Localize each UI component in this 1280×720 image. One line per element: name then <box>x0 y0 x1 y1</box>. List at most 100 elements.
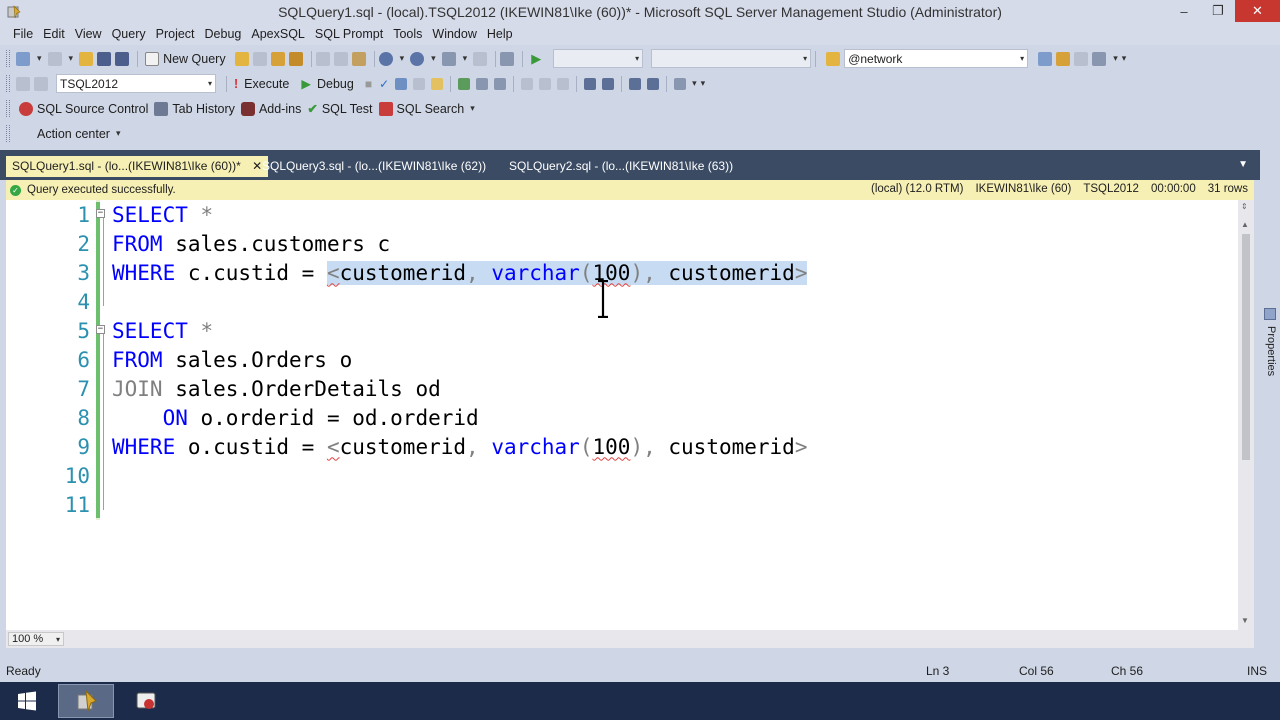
menu-edit[interactable]: Edit <box>38 24 70 45</box>
menu-file[interactable]: File <box>8 24 38 45</box>
client-stats-icon[interactable] <box>494 77 507 90</box>
database-query-icon[interactable] <box>234 51 249 66</box>
display-plan-icon[interactable] <box>395 77 408 90</box>
zoom-combo[interactable]: 100 % ▾ <box>8 632 64 646</box>
add-item-icon[interactable] <box>47 51 62 66</box>
tab-sqlquery2[interactable]: SQLQuery2.sql - (lo...(IKEWIN81\Ike (63)… <box>503 156 739 177</box>
decrease-indent-icon[interactable] <box>629 77 642 90</box>
copy-icon[interactable] <box>333 51 348 66</box>
results-to-text-icon[interactable] <box>521 77 534 90</box>
dmx-query-icon[interactable] <box>288 51 303 66</box>
minimize-button[interactable]: – <box>1167 0 1201 22</box>
menu-window[interactable]: Window <box>427 24 481 45</box>
menu-project[interactable]: Project <box>151 24 200 45</box>
configuration-combo[interactable]: ▾ <box>553 49 644 68</box>
results-to-file-icon[interactable] <box>557 77 570 90</box>
action-center-button[interactable]: Action center <box>16 124 113 144</box>
start-button[interactable] <box>0 684 54 718</box>
execute-button[interactable]: ! Execute <box>231 74 292 94</box>
collapse-icon[interactable]: − <box>96 209 105 218</box>
query-options-icon[interactable] <box>431 77 444 90</box>
open-folder-icon[interactable] <box>79 51 94 66</box>
platform-combo[interactable]: ▾ <box>651 49 812 68</box>
screen-icon[interactable] <box>473 51 488 66</box>
addins-button[interactable]: Add-ins <box>238 99 304 119</box>
sql-test-button[interactable]: ✔ SQL Test <box>304 99 375 119</box>
change-connection-icon[interactable] <box>34 76 48 91</box>
debug-button[interactable]: ▶ Debug <box>298 74 356 94</box>
menu-view[interactable]: View <box>70 24 107 45</box>
menu-apexsql[interactable]: ApexSQL <box>246 24 310 45</box>
tab-sqlquery3[interactable]: SQLQuery3.sql - (lo...(IKEWIN81\Ike (62)… <box>256 156 492 177</box>
scroll-down-icon[interactable]: ▼ <box>1241 616 1249 625</box>
toolbar-overflow-icon[interactable]: ▾ <box>470 103 475 114</box>
menu-query[interactable]: Query <box>107 24 151 45</box>
specify-template-values-icon[interactable] <box>674 77 687 90</box>
properties-window-icon[interactable] <box>1264 308 1276 320</box>
find-in-files-icon[interactable] <box>826 51 841 66</box>
scroll-thumb[interactable] <box>1242 234 1250 460</box>
scroll-up-icon[interactable]: ▲ <box>1241 220 1249 229</box>
tab-history-button[interactable]: Tab History <box>151 99 238 119</box>
toolbox-icon[interactable] <box>1092 51 1107 66</box>
save-icon[interactable] <box>97 51 112 66</box>
save-all-icon[interactable] <box>115 51 130 66</box>
cancel-query-icon[interactable]: ■ <box>365 77 372 91</box>
menu-sql-prompt[interactable]: SQL Prompt <box>310 24 388 45</box>
toolbar-grip[interactable] <box>6 100 10 117</box>
toolbar-overflow-icon[interactable]: ▾ <box>1122 53 1127 64</box>
object-explorer-icon[interactable] <box>1056 51 1071 66</box>
toolbar-grip[interactable] <box>6 50 10 67</box>
tab-sqlquery1[interactable]: SQLQuery1.sql - (lo...(IKEWIN81\Ike (60)… <box>6 156 269 177</box>
restore-button[interactable]: ❐ <box>1201 0 1235 22</box>
properties-icon[interactable] <box>1074 51 1089 66</box>
sql-source-control-button[interactable]: SQL Source Control <box>16 99 151 119</box>
chevron-down-icon[interactable]: ▾ <box>692 78 697 89</box>
chevron-down-icon[interactable]: ▾ <box>37 53 42 64</box>
menu-tools[interactable]: Tools <box>388 24 427 45</box>
menu-debug[interactable]: Debug <box>200 24 247 45</box>
new-project-icon[interactable] <box>16 51 30 66</box>
parse-icon[interactable]: ✓ <box>379 77 389 91</box>
results-to-grid-icon[interactable] <box>539 77 552 90</box>
editor-horizontal-scrollbar[interactable]: 100 % ▾ <box>6 630 1254 648</box>
comment-out-icon[interactable] <box>584 77 597 90</box>
taskbar-app-button[interactable] <box>118 684 174 718</box>
chevron-down-icon[interactable]: ▾ <box>400 53 405 64</box>
chevron-down-icon[interactable]: ▾ <box>431 53 436 64</box>
cut-icon[interactable] <box>315 51 330 66</box>
toolbar-overflow-icon[interactable]: ▾ <box>701 78 706 89</box>
database-combo[interactable]: TSQL2012 ▾ <box>56 74 216 93</box>
increase-indent-icon[interactable] <box>647 77 660 90</box>
toolbar-grip[interactable] <box>6 75 10 92</box>
build-icon[interactable] <box>500 51 515 66</box>
chevron-down-icon[interactable]: ▾ <box>463 53 468 64</box>
split-handle-icon[interactable]: ⇕ <box>1241 202 1248 211</box>
undo-icon[interactable] <box>378 51 393 66</box>
actual-plan-icon[interactable] <box>476 77 489 90</box>
find-combo[interactable]: @network ▾ <box>844 49 1029 68</box>
query-editor[interactable]: 1 − SELECT * 2 FROM sales.customers c 3 … <box>6 200 1254 630</box>
redo-icon[interactable] <box>410 51 425 66</box>
editor-vertical-scrollbar[interactable]: ⇕ ▲ ▼ <box>1238 200 1254 630</box>
navigate-icon[interactable] <box>441 51 456 66</box>
toolbar-overflow-icon[interactable]: ▾ <box>116 128 121 139</box>
sql-search-button[interactable]: SQL Search <box>376 99 468 119</box>
analysis-query-icon[interactable] <box>252 51 267 66</box>
menu-help[interactable]: Help <box>482 24 518 45</box>
collapse-icon[interactable]: − <box>96 325 105 334</box>
tab-list-dropdown-icon[interactable]: ▼ <box>1238 159 1248 170</box>
start-icon[interactable]: ▶ <box>531 51 541 67</box>
chevron-down-icon[interactable]: ▾ <box>1113 53 1118 64</box>
connect-icon[interactable] <box>16 76 30 91</box>
paste-icon[interactable] <box>351 51 366 66</box>
toolbar-grip[interactable] <box>6 125 10 142</box>
registered-servers-icon[interactable] <box>1038 51 1053 66</box>
uncomment-icon[interactable] <box>602 77 615 90</box>
mdx-query-icon[interactable] <box>270 51 285 66</box>
close-button[interactable]: ✕ <box>1235 0 1280 22</box>
properties-tab[interactable]: Properties <box>1263 326 1277 376</box>
intellisense-icon[interactable] <box>458 77 471 90</box>
query-designer-icon[interactable] <box>413 77 426 90</box>
chevron-down-icon[interactable]: ▾ <box>69 53 74 64</box>
